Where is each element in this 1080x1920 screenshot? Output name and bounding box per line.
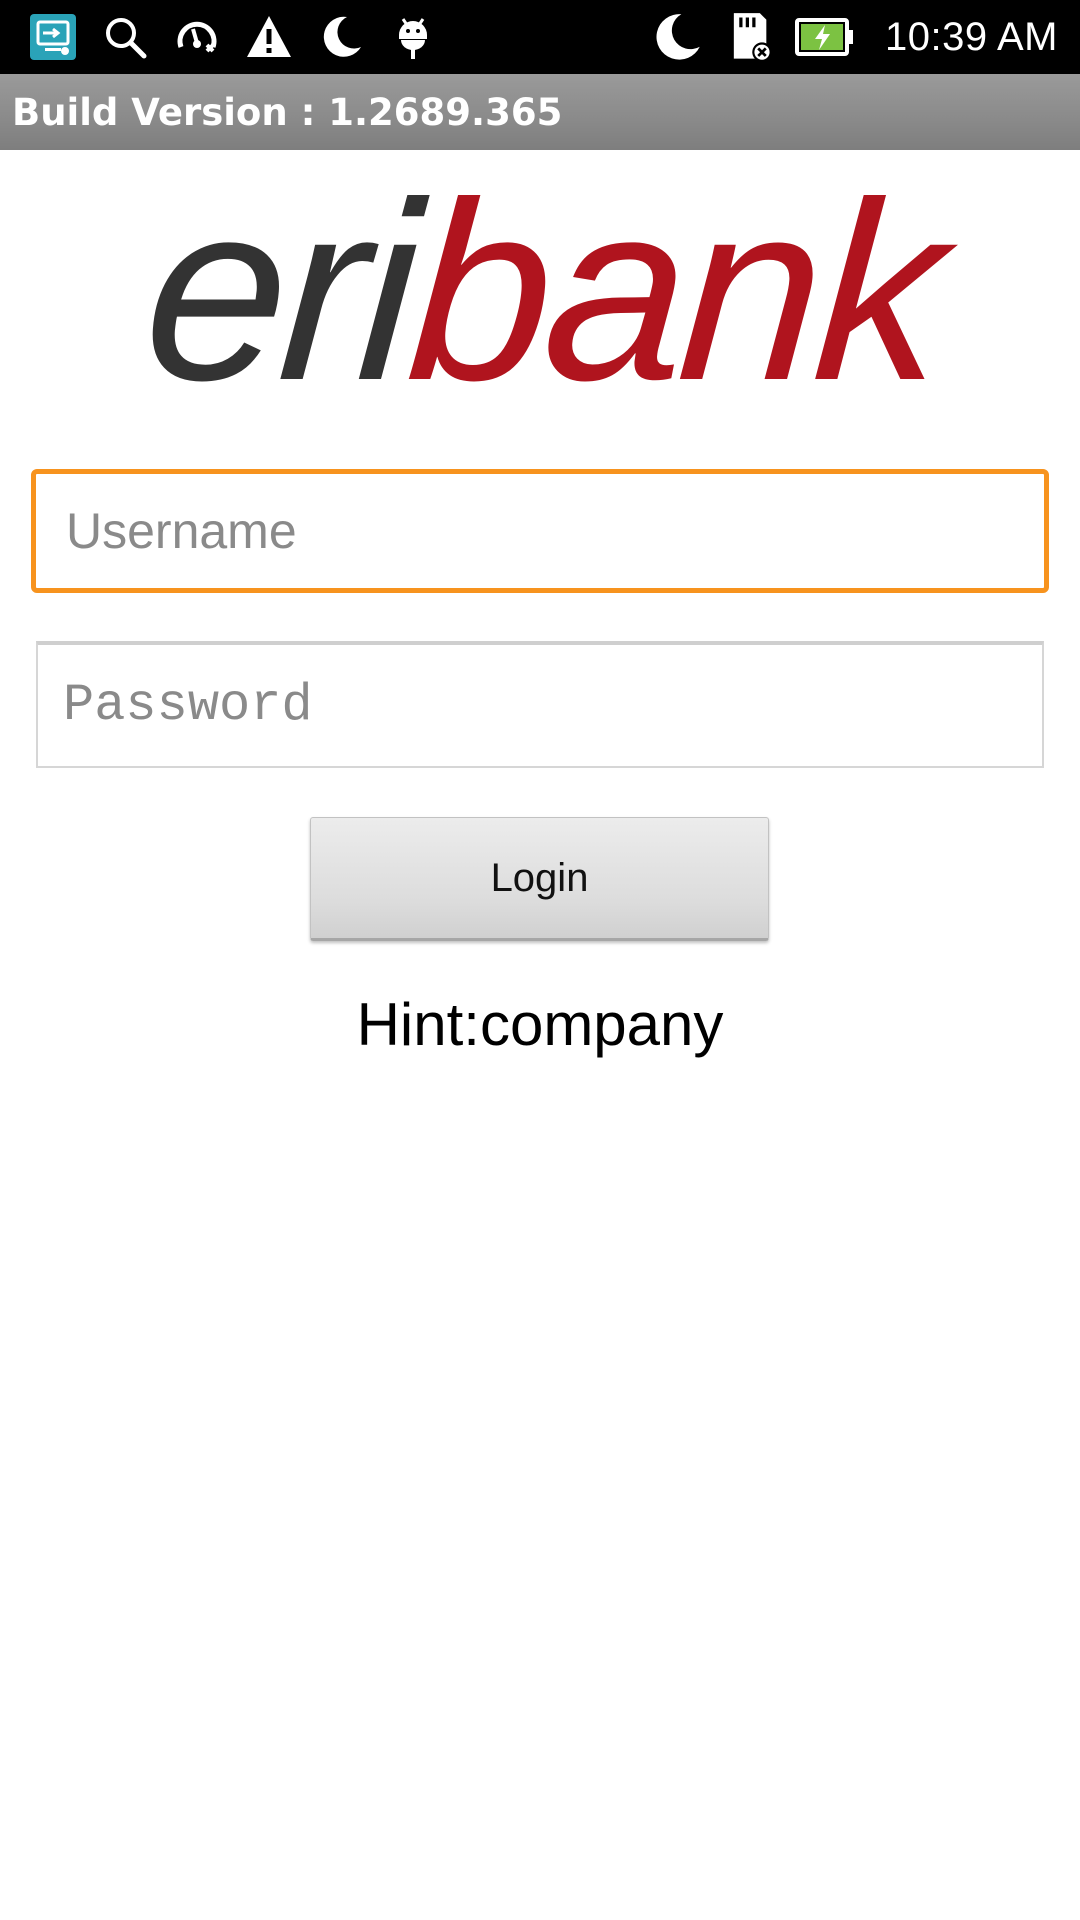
status-bar-system: 10:39 AM	[651, 0, 1058, 74]
username-input[interactable]	[36, 474, 1044, 588]
password-field[interactable]	[36, 641, 1044, 768]
screen-mirror-icon	[28, 12, 78, 62]
status-bar-notifications	[28, 0, 460, 74]
password-input[interactable]	[38, 645, 1042, 766]
speedometer-icon	[172, 12, 222, 62]
hint-text: Hint:company	[356, 991, 724, 1058]
status-bar: 10:39 AM	[0, 0, 1080, 74]
sd-card-error-icon	[723, 11, 775, 63]
moon-icon	[651, 11, 703, 63]
logo-wordmark: eribank	[138, 149, 949, 433]
build-version-text: Build Version : 1.2689.365	[12, 90, 563, 134]
login-button[interactable]: Login	[310, 817, 769, 941]
username-field[interactable]	[31, 469, 1049, 593]
search-icon	[100, 12, 150, 62]
login-screen: 10:39 AM Build Version : 1.2689.365 erib…	[0, 0, 1080, 1920]
warning-icon	[244, 12, 294, 62]
login-button-label: Login	[490, 855, 589, 900]
status-clock: 10:39 AM	[884, 14, 1058, 59]
eribank-logo: eribank	[128, 149, 958, 433]
android-debug-icon	[388, 12, 438, 62]
logo-part-eri: eri	[137, 149, 422, 433]
build-version-bar: Build Version : 1.2689.365	[0, 74, 1080, 150]
battery-charging-icon	[794, 11, 855, 63]
moon-icon	[316, 12, 366, 62]
logo-part-bank: bank	[401, 149, 949, 433]
